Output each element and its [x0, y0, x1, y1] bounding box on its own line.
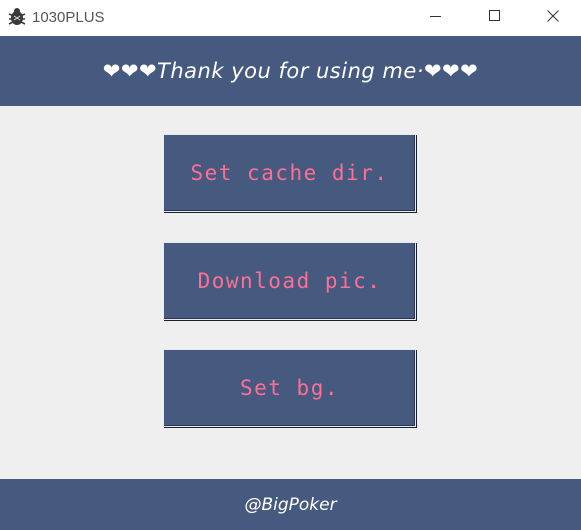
download-pic-button[interactable]: Download pic.: [163, 242, 416, 320]
maximize-button[interactable]: [472, 0, 518, 36]
set-bg-label: Set bg.: [239, 376, 339, 400]
set-cache-dir-label: Set cache dir.: [190, 161, 389, 185]
download-pic-label: Download pic.: [197, 269, 382, 293]
title-bar[interactable]: 1030PLUS: [0, 0, 581, 36]
set-bg-button[interactable]: Set bg.: [163, 349, 416, 427]
set-cache-dir-button[interactable]: Set cache dir.: [163, 134, 416, 212]
close-button[interactable]: [530, 0, 576, 36]
bug-icon: [6, 6, 28, 28]
thank-you-message: ❤❤❤Thank you for using me·❤❤❤: [102, 59, 479, 83]
footer: @BigPoker: [0, 479, 581, 530]
app-window: 1030PLUS ❤❤❤Thank you for using me·❤❤❤ S…: [0, 0, 581, 530]
header-banner: ❤❤❤Thank you for using me·❤❤❤: [0, 36, 581, 106]
close-icon: [547, 9, 559, 27]
maximize-icon: [489, 9, 501, 27]
author-credit: @BigPoker: [244, 494, 337, 515]
minimize-icon: [430, 9, 442, 27]
window-title: 1030PLUS: [32, 9, 105, 26]
minimize-button[interactable]: [413, 0, 459, 36]
